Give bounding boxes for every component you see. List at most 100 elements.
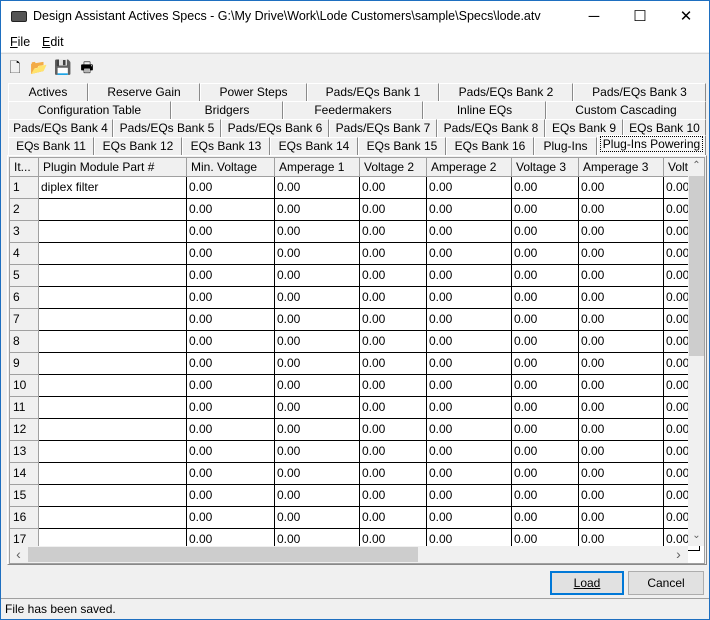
grid-cell[interactable] bbox=[39, 441, 187, 463]
row-header[interactable]: 16 bbox=[10, 507, 39, 529]
grid-cell[interactable]: 0.00 bbox=[427, 375, 512, 397]
row-header[interactable]: 4 bbox=[10, 243, 39, 265]
grid-cell[interactable]: 0.00 bbox=[579, 375, 664, 397]
grid-cell[interactable]: 0.00 bbox=[275, 243, 360, 265]
scroll-right-icon[interactable]: › bbox=[670, 546, 687, 562]
tab-pads-eqs-bank-5[interactable]: Pads/EQs Bank 5 bbox=[113, 119, 221, 137]
grid-cell[interactable]: 0.00 bbox=[275, 375, 360, 397]
grid-cell[interactable]: 0.00 bbox=[512, 507, 579, 529]
tab-pads-eqs-bank-1[interactable]: Pads/EQs Bank 1 bbox=[307, 83, 439, 101]
grid-cell[interactable]: 0.00 bbox=[275, 309, 360, 331]
grid-cell[interactable]: 0.00 bbox=[427, 199, 512, 221]
grid-cell[interactable]: 0.00 bbox=[579, 287, 664, 309]
menu-file[interactable]: File bbox=[10, 35, 30, 49]
tab-pads-eqs-bank-6[interactable]: Pads/EQs Bank 6 bbox=[221, 119, 329, 137]
grid-cell[interactable]: 0.00 bbox=[360, 221, 427, 243]
tab-eqs-bank-12[interactable]: EQs Bank 12 bbox=[94, 137, 182, 155]
grid-cell[interactable]: 0.00 bbox=[427, 507, 512, 529]
grid-cell[interactable]: 0.00 bbox=[579, 309, 664, 331]
grid-cell[interactable]: 0.00 bbox=[427, 265, 512, 287]
grid-cell[interactable]: 0.00 bbox=[579, 463, 664, 485]
column-header[interactable]: Voltage 3 bbox=[512, 158, 579, 177]
grid-cell[interactable]: 0.00 bbox=[360, 243, 427, 265]
grid-cell[interactable]: 0.00 bbox=[360, 353, 427, 375]
grid-cell[interactable]: 0.00 bbox=[360, 287, 427, 309]
grid-cell[interactable]: 0.00 bbox=[360, 463, 427, 485]
vertical-scroll-thumb[interactable] bbox=[689, 176, 704, 356]
grid-cell[interactable]: 0.00 bbox=[275, 441, 360, 463]
grid-cell[interactable]: 0.00 bbox=[360, 441, 427, 463]
maximize-button[interactable]: ☐ bbox=[617, 1, 663, 32]
grid-cell[interactable]: 0.00 bbox=[275, 221, 360, 243]
grid-cell[interactable]: 0.00 bbox=[512, 397, 579, 419]
grid-cell[interactable]: 0.00 bbox=[187, 441, 275, 463]
grid-cell[interactable]: 0.00 bbox=[187, 221, 275, 243]
grid-cell[interactable] bbox=[39, 199, 187, 221]
tab-reserve-gain[interactable]: Reserve Gain bbox=[88, 83, 200, 101]
grid-cell[interactable]: 0.00 bbox=[579, 177, 664, 199]
grid-cell[interactable]: 0.00 bbox=[579, 485, 664, 507]
tab-pads-eqs-bank-4[interactable]: Pads/EQs Bank 4 bbox=[8, 119, 113, 137]
scroll-left-icon[interactable]: ‹ bbox=[10, 546, 27, 562]
tab-pads-eqs-bank-7[interactable]: Pads/EQs Bank 7 bbox=[329, 119, 437, 137]
grid-cell[interactable]: 0.00 bbox=[427, 463, 512, 485]
grid-cell[interactable] bbox=[39, 287, 187, 309]
grid-cell[interactable]: 0.00 bbox=[427, 419, 512, 441]
row-header[interactable]: 15 bbox=[10, 485, 39, 507]
grid-cell[interactable]: 0.00 bbox=[360, 375, 427, 397]
grid-cell[interactable]: 0.00 bbox=[187, 177, 275, 199]
grid-cell[interactable]: 0.00 bbox=[512, 265, 579, 287]
grid-cell[interactable]: 0.00 bbox=[427, 221, 512, 243]
grid-cell[interactable]: 0.00 bbox=[579, 199, 664, 221]
grid-cell[interactable]: 0.00 bbox=[360, 419, 427, 441]
column-header[interactable]: Min. Voltage bbox=[187, 158, 275, 177]
row-header[interactable]: 8 bbox=[10, 331, 39, 353]
column-header[interactable]: It... bbox=[10, 158, 39, 177]
grid-cell[interactable]: 0.00 bbox=[579, 353, 664, 375]
grid-cell[interactable]: 0.00 bbox=[360, 485, 427, 507]
grid-cell[interactable]: 0.00 bbox=[512, 485, 579, 507]
grid-cell[interactable]: 0.00 bbox=[360, 177, 427, 199]
grid-cell[interactable]: 0.00 bbox=[187, 463, 275, 485]
grid-cell[interactable]: 0.00 bbox=[579, 441, 664, 463]
grid-cell[interactable]: 0.00 bbox=[427, 353, 512, 375]
grid-cell[interactable]: 0.00 bbox=[579, 331, 664, 353]
minimize-button[interactable]: ─ bbox=[571, 1, 617, 32]
tab-eqs-bank-15[interactable]: EQs Bank 15 bbox=[358, 137, 446, 155]
grid-cell[interactable]: 0.00 bbox=[427, 441, 512, 463]
tab-eqs-bank-16[interactable]: EQs Bank 16 bbox=[446, 137, 534, 155]
print-icon[interactable]: 🖶 bbox=[78, 58, 96, 76]
grid-cell[interactable]: 0.00 bbox=[579, 507, 664, 529]
grid-cell[interactable]: 0.00 bbox=[360, 397, 427, 419]
grid-cell[interactable]: 0.00 bbox=[187, 485, 275, 507]
grid-cell[interactable] bbox=[39, 309, 187, 331]
grid-cell[interactable]: 0.00 bbox=[427, 287, 512, 309]
grid-cell[interactable]: 0.00 bbox=[187, 507, 275, 529]
grid-cell[interactable]: 0.00 bbox=[427, 485, 512, 507]
grid-cell[interactable]: 0.00 bbox=[187, 353, 275, 375]
grid-cell[interactable] bbox=[39, 397, 187, 419]
tab-eqs-bank-13[interactable]: EQs Bank 13 bbox=[182, 137, 270, 155]
grid-cell[interactable]: 0.00 bbox=[187, 287, 275, 309]
row-header[interactable]: 10 bbox=[10, 375, 39, 397]
grid-cell[interactable]: 0.00 bbox=[275, 199, 360, 221]
grid-cell[interactable]: 0.00 bbox=[187, 397, 275, 419]
grid-cell[interactable]: 0.00 bbox=[360, 265, 427, 287]
cancel-button[interactable]: Cancel bbox=[628, 571, 704, 595]
load-button[interactable]: Load bbox=[550, 571, 624, 595]
grid-cell[interactable]: 0.00 bbox=[275, 419, 360, 441]
tab-eqs-bank-14[interactable]: EQs Bank 14 bbox=[270, 137, 358, 155]
grid-cell[interactable]: 0.00 bbox=[275, 507, 360, 529]
grid-cell[interactable]: 0.00 bbox=[579, 221, 664, 243]
tab-plug-ins[interactable]: Plug-Ins bbox=[534, 137, 597, 155]
grid-cell[interactable]: 0.00 bbox=[187, 419, 275, 441]
horizontal-scrollbar[interactable]: ‹ › bbox=[10, 546, 688, 563]
open-folder-icon[interactable]: 📂 bbox=[30, 58, 48, 76]
grid-cell[interactable]: 0.00 bbox=[187, 309, 275, 331]
scroll-down-icon[interactable]: ⌄ bbox=[688, 530, 704, 541]
tab-pads-eqs-bank-3[interactable]: Pads/EQs Bank 3 bbox=[573, 83, 706, 101]
grid-cell[interactable]: 0.00 bbox=[512, 353, 579, 375]
grid-cell[interactable]: 0.00 bbox=[275, 485, 360, 507]
grid-cell[interactable]: 0.00 bbox=[427, 309, 512, 331]
row-header[interactable]: 11 bbox=[10, 397, 39, 419]
